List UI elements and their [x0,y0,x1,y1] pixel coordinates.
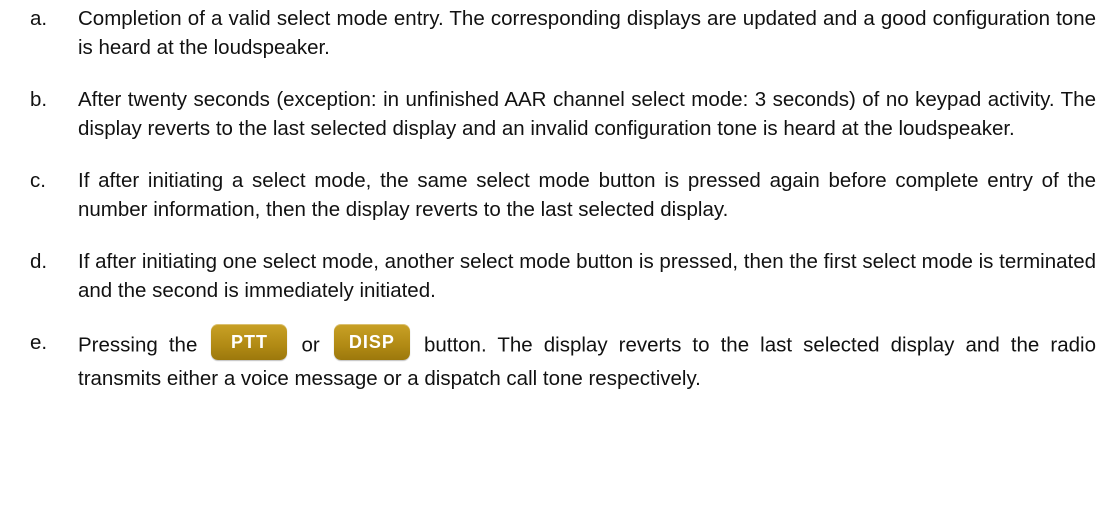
termination-conditions-list: a. Completion of a valid select mode ent… [30,4,1096,416]
list-marker: a. [30,7,48,30]
ptt-button: PTT [211,324,288,360]
list-item-d: d. If after initiating one select mode, … [30,247,1096,305]
item-e-text-before: Pressing the [78,333,198,357]
list-item-text: If after initiating a select mode, the s… [78,169,1096,221]
list-item-b: b. After twenty seconds (exception: in u… [30,85,1096,143]
list-item-a: a. Completion of a valid select mode ent… [30,4,1096,62]
list-marker: d. [30,250,48,273]
list-item-e: e. Pressing the PTT or DISP button. The … [30,324,1096,393]
list-marker: c. [30,169,46,192]
list-item-text: Pressing the PTT or DISP button. The dis… [78,324,1096,393]
list-item-c: c. If after initiating a select mode, th… [30,166,1096,224]
list-item-text: After twenty seconds (exception: in unfi… [78,88,1096,140]
disp-button: DISP [333,324,410,360]
list-item-text: If after initiating one select mode, ano… [78,250,1096,302]
list-item-text: Completion of a valid select mode entry.… [78,7,1096,59]
item-e-connector: or [301,333,320,357]
list-marker: b. [30,88,48,111]
list-marker: e. [30,331,48,354]
